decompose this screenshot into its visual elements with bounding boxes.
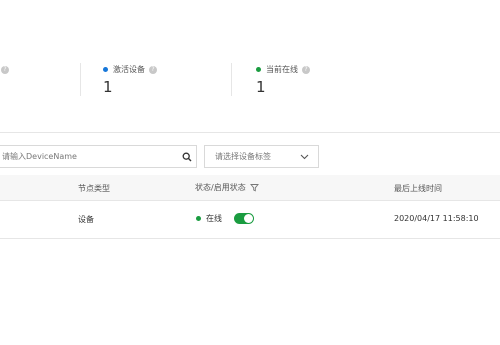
column-header-last-online[interactable]: 最后上线时间: [394, 183, 442, 194]
column-header-status-label: 状态/启用状态: [195, 183, 246, 192]
stat-activated-label: 激活设备: [113, 65, 145, 74]
search-box: [0, 145, 197, 168]
search-icon[interactable]: [178, 147, 196, 167]
stat-activated-value: 1: [103, 78, 113, 96]
device-tag-select[interactable]: 请选择设备标签: [204, 145, 319, 168]
help-icon[interactable]: ?: [1, 66, 9, 74]
filter-icon[interactable]: [249, 183, 259, 192]
status-text: 在线: [206, 214, 222, 223]
green-dot-icon: [196, 216, 201, 221]
stat-online-devices: 当前在线 ? 1: [256, 64, 310, 95]
cell-node-type: 设备: [78, 215, 94, 224]
column-header-node-type[interactable]: 节点类型: [78, 183, 110, 194]
section-divider: [0, 132, 500, 133]
stat-activated-devices: 激活设备 ? 1: [103, 64, 157, 95]
stat-online-label: 当前在线: [266, 65, 298, 74]
green-dot-icon: [256, 67, 261, 72]
stat-online-value: 1: [256, 78, 266, 96]
stat-divider: [80, 63, 81, 96]
toggle-knob: [244, 214, 253, 223]
cell-last-online: 2020/04/17 11:58:10: [394, 214, 479, 223]
device-tag-select-placeholder: 请选择设备标签: [215, 152, 271, 161]
enable-toggle[interactable]: [234, 213, 254, 224]
stat-divider: [231, 63, 232, 96]
column-header-status: 状态/启用状态: [195, 182, 259, 193]
chevron-down-icon: [300, 154, 309, 160]
cell-status: 在线: [196, 213, 254, 224]
help-icon[interactable]: ?: [149, 65, 157, 74]
search-input[interactable]: [0, 146, 178, 167]
help-icon[interactable]: ?: [302, 65, 310, 74]
blue-dot-icon: [103, 67, 108, 72]
